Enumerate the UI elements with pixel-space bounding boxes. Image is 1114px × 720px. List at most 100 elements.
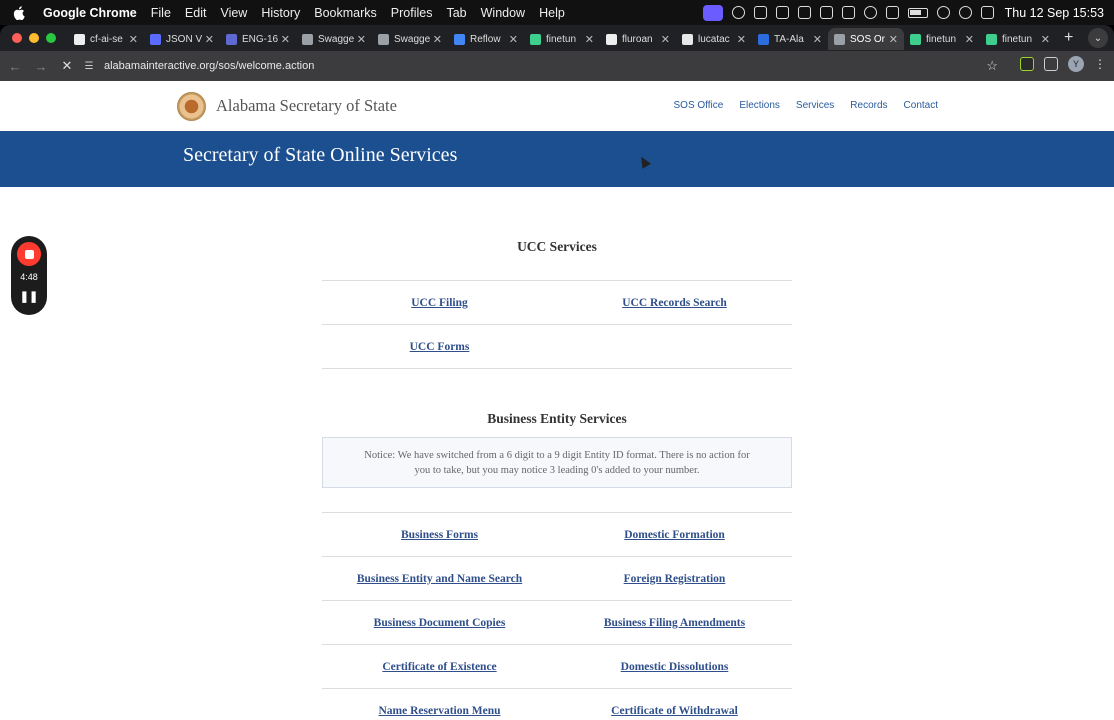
nav-sos-office[interactable]: SOS Office: [674, 100, 724, 111]
notice-line-2: you to take, but you may notice 3 leadin…: [414, 465, 700, 476]
browser-tab[interactable]: finetun ✕: [524, 28, 600, 50]
tab-close-icon[interactable]: ✕: [433, 33, 442, 46]
tab-close-icon[interactable]: ✕: [281, 33, 290, 46]
zoom-window-button[interactable]: [46, 33, 56, 43]
nav-services[interactable]: Services: [796, 100, 834, 111]
menu-file[interactable]: File: [151, 6, 171, 20]
browser-tab[interactable]: cf-ai-se ✕: [68, 28, 144, 50]
tab-close-icon[interactable]: ✕: [1041, 33, 1050, 46]
certificate-of-withdrawal-link[interactable]: Certificate of Withdrawal: [557, 705, 792, 717]
name-reservation-menu-link[interactable]: Name Reservation Menu: [322, 705, 557, 717]
new-tab-button[interactable]: +: [1064, 29, 1073, 47]
tab-close-icon[interactable]: ✕: [965, 33, 974, 46]
apple-menu-icon[interactable]: [10, 4, 28, 22]
layers-icon[interactable]: [819, 6, 833, 19]
table-row: UCC Filing UCC Records Search: [322, 281, 792, 325]
close-window-button[interactable]: [12, 33, 22, 43]
tab-close-icon[interactable]: ✕: [129, 33, 138, 46]
play-icon[interactable]: [863, 6, 877, 19]
tab-favicon-icon: [758, 33, 769, 45]
browser-tab[interactable]: Reflow ✕: [448, 28, 524, 50]
minimize-window-button[interactable]: [29, 33, 39, 43]
site-title[interactable]: Alabama Secretary of State: [216, 96, 397, 116]
pause-icon[interactable]: ❚❚: [11, 290, 47, 303]
domestic-dissolutions-link[interactable]: Domestic Dissolutions: [557, 661, 792, 673]
business-document-copies-link[interactable]: Business Document Copies: [322, 617, 557, 629]
chrome-menu-icon[interactable]: ⋮: [1094, 57, 1106, 71]
menu-window[interactable]: Window: [481, 6, 525, 20]
browser-tab[interactable]: TA-Ala ✕: [752, 28, 828, 50]
browser-tab[interactable]: SOS Or ✕: [828, 28, 904, 50]
business-forms-link[interactable]: Business Forms: [322, 529, 557, 541]
nav-elections[interactable]: Elections: [739, 100, 780, 111]
tab-close-icon[interactable]: ✕: [661, 33, 670, 46]
tab-favicon-icon: [682, 33, 693, 45]
menu-help[interactable]: Help: [539, 6, 565, 20]
fork-icon[interactable]: [841, 6, 855, 19]
table-row: Business Forms Domestic Formation: [322, 513, 792, 557]
stop-recording-button[interactable]: [17, 242, 41, 266]
menu-bookmarks[interactable]: Bookmarks: [314, 6, 377, 20]
menu-edit[interactable]: Edit: [185, 6, 207, 20]
tab-close-icon[interactable]: ✕: [205, 33, 214, 46]
business-entity-name-search-link[interactable]: Business Entity and Name Search: [322, 573, 557, 585]
state-seal-logo[interactable]: [177, 92, 206, 121]
tab-close-icon[interactable]: ✕: [585, 33, 594, 46]
browser-tab[interactable]: Swagge ✕: [296, 28, 372, 50]
browser-tab[interactable]: Swagge ✕: [372, 28, 448, 50]
back-arrow-icon[interactable]: ←: [4, 55, 26, 77]
loading-stop-icon[interactable]: ✕: [56, 55, 78, 77]
browser-tab[interactable]: ENG-16 ✕: [220, 28, 296, 50]
browser-tab[interactable]: finetun ✕: [980, 28, 1056, 50]
extensions-puzzle-icon[interactable]: [1044, 57, 1058, 71]
table-row: Name Reservation Menu Certificate of Wit…: [322, 689, 792, 720]
address-bar[interactable]: ☰ alabamainteractive.org/sos/welcome.act…: [78, 55, 998, 77]
browser-tab[interactable]: JSON V ✕: [144, 28, 220, 50]
tab-label: TA-Ala: [774, 33, 804, 45]
ucc-records-search-link[interactable]: UCC Records Search: [557, 297, 792, 309]
tab-label: Swagge: [318, 33, 354, 45]
spotlight-search-icon[interactable]: [958, 6, 972, 19]
site-info-icon[interactable]: ☰: [82, 59, 96, 73]
forward-arrow-icon[interactable]: →: [30, 55, 52, 77]
tab-close-icon[interactable]: ✕: [813, 33, 822, 46]
tab-favicon-icon: [226, 33, 237, 45]
ucc-filing-link[interactable]: UCC Filing: [322, 297, 557, 309]
foreign-registration-link[interactable]: Foreign Registration: [557, 573, 792, 585]
wifi-icon[interactable]: [936, 6, 950, 19]
skype-icon[interactable]: [775, 6, 789, 19]
menu-clock[interactable]: Thu 12 Sep 15:53: [1005, 6, 1104, 20]
screen-record-icon[interactable]: [702, 4, 723, 21]
nav-records[interactable]: Records: [850, 100, 887, 111]
domestic-formation-link[interactable]: Domestic Formation: [557, 529, 792, 541]
menu-tab[interactable]: Tab: [446, 6, 466, 20]
browser-tab[interactable]: lucatac ✕: [676, 28, 752, 50]
menu-history[interactable]: History: [261, 6, 300, 20]
tab-label: Reflow: [470, 33, 501, 45]
extension-icon[interactable]: [1020, 57, 1034, 71]
certificate-of-existence-link[interactable]: Certificate of Existence: [322, 661, 557, 673]
phone-icon[interactable]: [753, 6, 767, 19]
keyboard-input-icon[interactable]: [885, 6, 899, 19]
tab-close-icon[interactable]: ✕: [509, 33, 518, 46]
menu-app-name[interactable]: Google Chrome: [43, 6, 137, 20]
close-box-icon[interactable]: [797, 6, 811, 19]
browser-tab[interactable]: finetun ✕: [904, 28, 980, 50]
menu-profiles[interactable]: Profiles: [391, 6, 433, 20]
tab-favicon-icon: [302, 33, 313, 45]
profile-avatar[interactable]: Y: [1068, 56, 1084, 72]
address-url[interactable]: alabamainteractive.org/sos/welcome.actio…: [104, 60, 314, 72]
tab-close-icon[interactable]: ✕: [357, 33, 366, 46]
business-filing-amendments-link[interactable]: Business Filing Amendments: [557, 617, 792, 629]
headphones-icon[interactable]: [731, 6, 745, 19]
bookmark-star-icon[interactable]: ☆: [986, 58, 998, 74]
nav-contact[interactable]: Contact: [904, 100, 938, 111]
tab-close-icon[interactable]: ✕: [889, 33, 898, 46]
battery-icon[interactable]: [907, 7, 928, 18]
browser-tab[interactable]: fluroan ✕: [600, 28, 676, 50]
menu-view[interactable]: View: [220, 6, 247, 20]
tab-close-icon[interactable]: ✕: [737, 33, 746, 46]
tab-search-chevron-icon[interactable]: ⌄: [1088, 28, 1108, 48]
ucc-forms-link[interactable]: UCC Forms: [322, 341, 557, 353]
control-center-icon[interactable]: [980, 6, 994, 19]
